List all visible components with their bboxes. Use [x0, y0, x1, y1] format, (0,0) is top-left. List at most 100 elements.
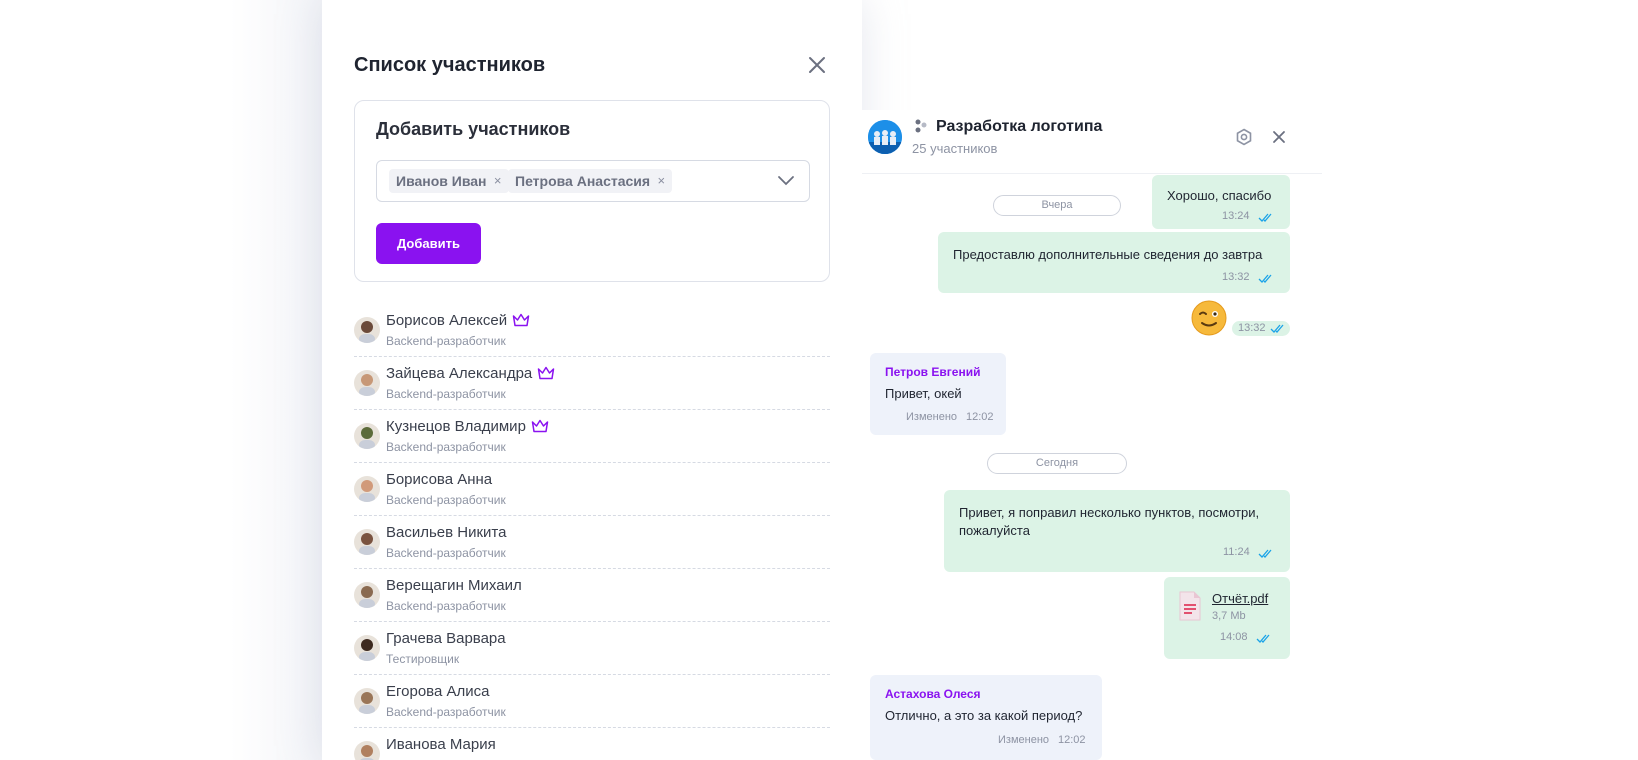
member-name-text: Кузнецов Владимир	[386, 418, 526, 435]
avatar	[354, 476, 380, 502]
crown-icon	[512, 313, 530, 327]
chip-label: Петрова Анастасия	[515, 173, 651, 189]
read-ticks-icon	[1258, 549, 1272, 558]
member-row[interactable]: Кузнецов Владимир Backend-разработчик	[354, 410, 830, 463]
wink-emoji-icon[interactable]	[1191, 300, 1227, 336]
avatar	[354, 529, 380, 555]
member-row[interactable]: Иванова Мария	[354, 728, 830, 760]
member-name-text: Егорова Алиса	[386, 683, 490, 700]
chevron-down-icon[interactable]	[777, 173, 795, 189]
message-line: пожалуйста	[959, 523, 1030, 538]
edited-label: Изменено	[998, 734, 1050, 746]
sender-name[interactable]: Астахова Олеся	[885, 687, 981, 701]
sender-name[interactable]: Петров Евгений	[885, 365, 980, 379]
message-time: 12:02	[966, 411, 994, 423]
member-name: Васильев Никита	[386, 524, 506, 541]
close-chat-icon[interactable]	[1272, 130, 1286, 144]
avatar	[354, 317, 380, 343]
chip-remove-icon[interactable]: ×	[494, 169, 502, 193]
avatar	[354, 582, 380, 608]
message-text: Отлично, а это за какой период?	[885, 708, 1083, 723]
member-row[interactable]: Васильев Никита Backend-разработчик	[354, 516, 830, 569]
members-count[interactable]: 25 участников	[912, 141, 997, 156]
message-time: 12:02	[1058, 734, 1086, 746]
emoji-time-badge: 13:32	[1232, 321, 1290, 336]
modal-title: Список участников	[354, 54, 546, 76]
chat-title: Разработка логотипа	[936, 118, 1103, 135]
member-name-text: Борисова Анна	[386, 471, 493, 488]
incoming-message[interactable]: Астахова Олеся Отлично, а это за какой п…	[870, 675, 1102, 760]
read-ticks-icon	[1258, 213, 1272, 222]
member-role: Backend-разработчик	[386, 546, 506, 560]
member-name: Борисов Алексей	[386, 312, 530, 329]
file-link[interactable]: Отчёт.pdf	[1212, 591, 1268, 606]
member-row[interactable]: Борисов Алексей Backend-разработчик	[354, 304, 830, 357]
settings-icon[interactable]	[1235, 128, 1253, 146]
outgoing-message[interactable]: Хорошо, спасибо 13:24	[1152, 175, 1290, 229]
message-time: 14:08	[1220, 631, 1248, 643]
member-name: Кузнецов Владимир	[386, 418, 549, 435]
group-icon	[915, 119, 927, 133]
message-line: Привет, я поправил несколько пунктов, по…	[959, 505, 1260, 520]
selected-chip: Петрова Анастасия ×	[508, 169, 673, 193]
member-row[interactable]: Зайцева Александра Backend-разработчик	[354, 357, 830, 410]
members-modal: Список участников Добавить участников Ив…	[322, 0, 862, 760]
file-message[interactable]: Отчёт.pdf 3,7 Mb 14:08	[1164, 577, 1290, 659]
member-name: Иванова Мария	[386, 736, 496, 753]
edited-label: Изменено	[906, 411, 958, 423]
crown-icon	[538, 366, 555, 380]
message-text: Привет, окей	[885, 386, 962, 401]
members-list: Борисов Алексей Backend-разработчик Зайцев…	[354, 304, 830, 760]
member-role: Backend-разработчик	[386, 493, 506, 507]
outgoing-message[interactable]: Привет, я поправил несколько пунктов, по…	[944, 490, 1290, 572]
member-row[interactable]: Верещагин Михаил Backend-разработчик	[354, 569, 830, 622]
add-button[interactable]: Добавить	[376, 223, 481, 264]
member-name-text: Грачева Варвара	[386, 630, 506, 647]
message-text: Привет, я поправил несколько пунктов, по…	[959, 504, 1259, 540]
member-name-text: Верещагин Михаил	[386, 577, 522, 594]
member-name-text: Васильев Никита	[386, 524, 507, 541]
file-size: 3,7 Mb	[1212, 610, 1246, 622]
member-name: Зайцева Александра	[386, 365, 555, 382]
avatar	[354, 635, 380, 661]
add-members-title: Добавить участников	[376, 119, 571, 139]
member-name: Грачева Варвара	[386, 630, 506, 647]
chip-remove-icon[interactable]: ×	[657, 169, 665, 193]
member-name-text: Зайцева Александра	[386, 365, 533, 382]
message-time: 13:32	[1238, 322, 1266, 334]
selected-chip: Иванов Иван ×	[389, 169, 509, 193]
message-time: 13:32	[1222, 271, 1250, 283]
member-name: Егорова Алиса	[386, 683, 489, 700]
member-role: Тестировщик	[386, 652, 460, 666]
read-ticks-icon	[1258, 274, 1272, 283]
message-time: 11:24	[1223, 546, 1250, 558]
message-time: 13:24	[1222, 210, 1250, 222]
avatar	[354, 423, 380, 449]
date-divider: Вчера	[993, 195, 1121, 216]
message-text: Предоставлю дополнительные сведения до з…	[953, 247, 1263, 262]
pdf-file-icon	[1179, 591, 1201, 621]
member-name: Борисова Анна	[386, 471, 492, 488]
date-divider: Сегодня	[987, 453, 1127, 474]
member-row[interactable]: Егорова Алиса Backend-разработчик	[354, 675, 830, 728]
member-role: Backend-разработчик	[386, 440, 506, 454]
incoming-message[interactable]: Петров Евгений Привет, окей Изменено 12:…	[870, 353, 1006, 435]
member-role: Backend-разработчик	[386, 705, 506, 719]
member-role: Backend-разработчик	[386, 599, 506, 613]
member-role: Backend-разработчик	[386, 334, 506, 348]
members-select[interactable]: Иванов Иван × Петрова Анастасия ×	[376, 160, 810, 202]
add-members-panel: Добавить участников Иванов Иван × Петров…	[354, 100, 830, 282]
chat-header: Разработка логотипа 25 участников	[862, 110, 1322, 174]
chip-label: Иванов Иван	[396, 173, 487, 189]
avatar	[354, 370, 380, 396]
member-name: Верещагин Михаил	[386, 577, 522, 594]
avatar	[354, 741, 380, 760]
message-text: Хорошо, спасибо	[1167, 188, 1272, 203]
outgoing-message[interactable]: Предоставлю дополнительные сведения до з…	[938, 232, 1290, 293]
close-icon[interactable]	[806, 54, 828, 76]
backdrop-shadow	[230, 0, 330, 760]
member-name-text: Иванова Мария	[386, 736, 496, 753]
member-row[interactable]: Грачева Варвара Тестировщик	[354, 622, 830, 675]
member-row[interactable]: Борисова Анна Backend-разработчик	[354, 463, 830, 516]
chat-panel: Разработка логотипа 25 участников Хорошо…	[862, 110, 1322, 760]
